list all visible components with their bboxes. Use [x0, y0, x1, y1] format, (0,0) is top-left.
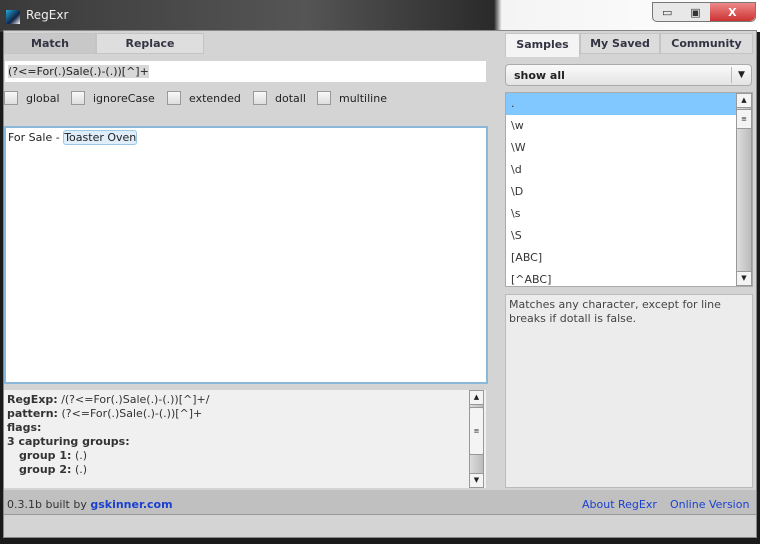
version-info: 0.3.1b built by gskinner.com: [7, 498, 173, 511]
list-item[interactable]: \D: [506, 181, 752, 203]
online-version-link[interactable]: Online Version: [670, 498, 749, 511]
regex-input[interactable]: (?<=For(.)Sale(.)-(.))[^]+: [5, 61, 486, 82]
tab-my-saved[interactable]: My Saved: [580, 33, 660, 54]
filter-dropdown[interactable]: show all ▼: [505, 64, 752, 86]
regex-value: (?<=For(.)Sale(.)-(.))[^]+: [8, 65, 149, 78]
list-item[interactable]: \w: [506, 115, 752, 137]
flag-ignorecase[interactable]: ignoreCase: [71, 91, 155, 105]
window-controls: ▭ ▣ X: [652, 2, 756, 22]
flag-label: dotall: [275, 91, 306, 105]
flag-label: multiline: [339, 91, 387, 105]
samples-list: . \w \W \d \D \s \S [ABC] [^ABC]: [505, 92, 753, 287]
checkbox[interactable]: [167, 91, 181, 105]
group2-value: (.): [74, 463, 88, 476]
tab-replace[interactable]: Replace: [96, 33, 204, 54]
group1-value: (.): [74, 449, 88, 462]
match-highlight: Toaster Oven: [63, 130, 138, 145]
chevron-down-icon[interactable]: ▼: [731, 67, 751, 83]
gskinner-link[interactable]: gskinner.com: [90, 498, 172, 511]
group2-label: group 2:: [19, 463, 72, 476]
scroll-down-icon[interactable]: ▼: [736, 271, 752, 286]
flag-label: global: [26, 91, 60, 105]
window-title: RegExr: [26, 8, 69, 22]
groups-label: 3 capturing groups:: [7, 435, 130, 448]
list-item[interactable]: \S: [506, 225, 752, 247]
list-item[interactable]: [ABC]: [506, 247, 752, 269]
scroll-thumb[interactable]: ≡: [736, 109, 752, 129]
flag-extended[interactable]: extended: [167, 91, 241, 105]
list-item[interactable]: \s: [506, 203, 752, 225]
tab-samples[interactable]: Samples: [505, 33, 580, 57]
title-bar[interactable]: [0, 0, 760, 32]
sample-description: Matches any character, except for line b…: [505, 294, 753, 488]
scroll-down-icon[interactable]: ▼: [469, 473, 484, 488]
scroll-up-icon[interactable]: ▲: [469, 390, 484, 405]
source-text-area[interactable]: For Sale - Toaster Oven: [4, 126, 488, 384]
scroll-thumb[interactable]: ≡: [469, 407, 484, 455]
tab-community[interactable]: Community: [660, 33, 753, 54]
group1-label: group 1:: [19, 449, 72, 462]
checkbox[interactable]: [317, 91, 331, 105]
regex-info-panel: RegExp: /(?<=For(.)Sale(.)-(.))[^]+/ pat…: [4, 390, 486, 488]
app-icon: [6, 10, 20, 24]
tab-match[interactable]: Match: [4, 33, 96, 54]
checkbox[interactable]: [4, 91, 18, 105]
list-item[interactable]: \W: [506, 137, 752, 159]
flag-dotall[interactable]: dotall: [253, 91, 306, 105]
list-item[interactable]: .: [506, 93, 752, 115]
text-before: For Sale -: [8, 131, 64, 144]
list-item[interactable]: [^ABC]: [506, 269, 752, 286]
flag-global[interactable]: global: [4, 91, 60, 105]
list-item[interactable]: \d: [506, 159, 752, 181]
about-link[interactable]: About RegExr: [582, 498, 657, 511]
pattern-label: pattern:: [7, 407, 58, 420]
pattern-value: (?<=For(.)Sale(.)-(.))[^]+: [61, 407, 203, 420]
flag-multiline[interactable]: multiline: [317, 91, 387, 105]
footer: 0.3.1b built by gskinner.com About RegEx…: [4, 490, 756, 515]
checkbox[interactable]: [71, 91, 85, 105]
close-button[interactable]: X: [709, 3, 755, 21]
minimize-button[interactable]: ▭: [653, 3, 681, 21]
version-text: 0.3.1b built by: [7, 498, 87, 511]
regexp-label: RegExp:: [7, 393, 58, 406]
filter-value: show all: [514, 69, 565, 82]
checkbox[interactable]: [253, 91, 267, 105]
flags-label: flags:: [7, 421, 42, 434]
maximize-button[interactable]: ▣: [681, 3, 709, 21]
regexp-value: /(?<=For(.)Sale(.)-(.))[^]+/: [61, 393, 210, 406]
scroll-up-icon[interactable]: ▲: [736, 93, 752, 108]
flag-label: ignoreCase: [93, 91, 155, 105]
flag-label: extended: [189, 91, 241, 105]
